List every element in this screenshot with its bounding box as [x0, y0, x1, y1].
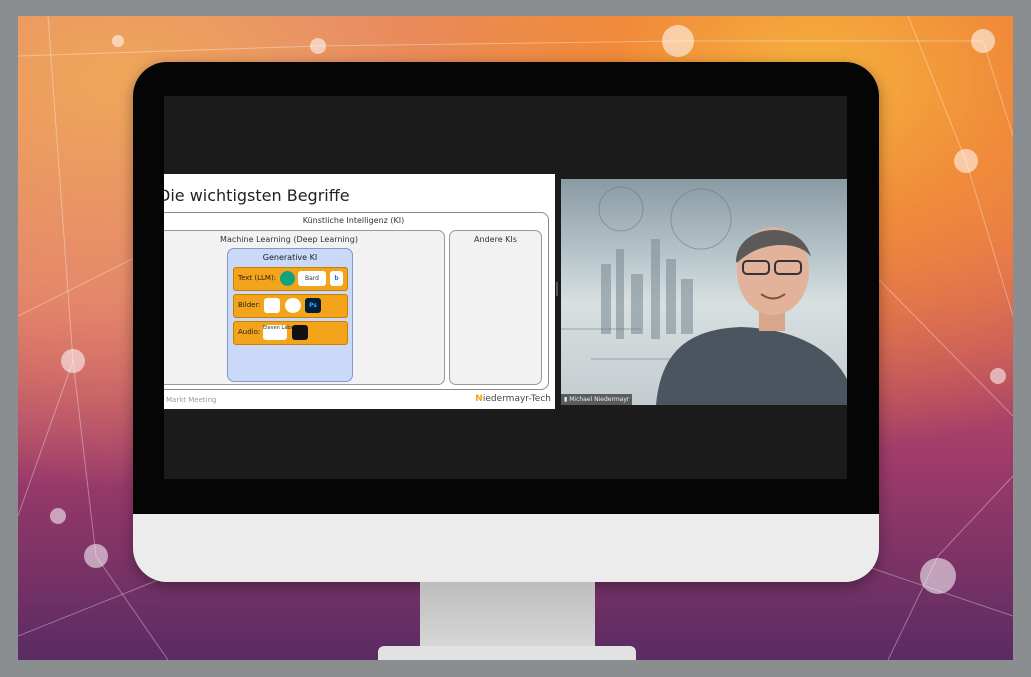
text-llm-label: Text (LLM): [238, 274, 277, 282]
bing-icon: b [330, 271, 343, 286]
signal-icon: ▮ [564, 396, 568, 403]
text-llm-row: Text (LLM): Bard b [233, 267, 348, 291]
bilder-label: Bilder: [238, 301, 261, 309]
panel-resize-handle[interactable] [556, 282, 558, 296]
ml-label: Machine Learning (Deep Learning) [220, 235, 358, 244]
openai-icon [285, 298, 301, 313]
andere-kis-box: Andere KIs [449, 230, 542, 385]
bard-icon: Bard [298, 271, 326, 286]
elevenlabs-logo: Eleven Labs [263, 325, 293, 340]
monitor-stand-foot [378, 646, 636, 660]
midjourney-icon [264, 298, 280, 313]
meeting-screen: Die wichtigsten Begriffe Künstliche Inte… [164, 96, 847, 479]
generative-ki-box: Generative KI Text (LLM): Bard b Bilder:… [227, 248, 353, 382]
brand-logo: Niedermayr-Tech [475, 394, 551, 404]
brand-logo-text: iedermayr-Tech [482, 394, 551, 404]
chatgpt-icon [280, 271, 295, 286]
shared-slide: Die wichtigsten Begriffe Künstliche Inte… [164, 174, 555, 409]
bilder-row: Bilder: Ps [233, 294, 348, 318]
participant-video[interactable]: ▮ Michael Niedermayr [561, 179, 847, 405]
audio-row: Audio: Eleven Labs [233, 321, 348, 345]
slide-footer-event: Markt Meeting [166, 396, 217, 404]
participant-name-tag: ▮ Michael Niedermayr [561, 394, 633, 405]
andere-kis-label: Andere KIs [474, 235, 517, 244]
photoshop-icon: Ps [305, 298, 321, 313]
slide-title: Die wichtigsten Begriffe [164, 186, 350, 205]
brand-logo-initial: N [475, 394, 483, 404]
audio-tool-icon [292, 325, 308, 340]
ki-label: Künstliche Intelligenz (KI) [302, 216, 405, 225]
audio-label: Audio: [238, 328, 261, 336]
gen-label: Generative KI [262, 253, 318, 262]
monitor-stand-neck [420, 582, 595, 650]
participant-name: Michael Niedermayr [569, 396, 630, 403]
